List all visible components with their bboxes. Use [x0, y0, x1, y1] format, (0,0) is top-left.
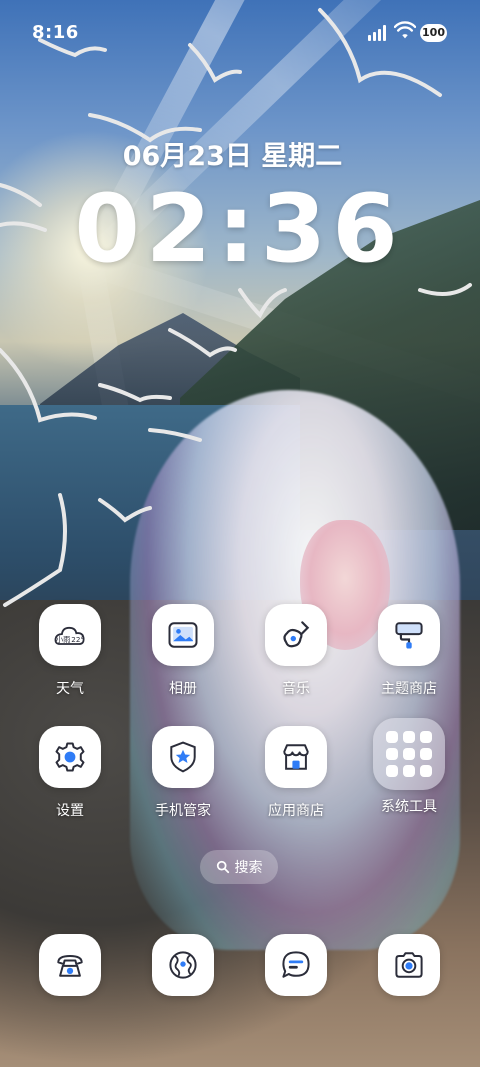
app-music[interactable]: 音乐 — [241, 604, 351, 698]
storefront-icon — [283, 744, 309, 770]
app-label: 应用商店 — [268, 803, 324, 819]
app-gallery[interactable]: 相册 — [128, 604, 238, 698]
phone-manager-icon[interactable] — [152, 726, 214, 788]
folder-mini-app-icon — [420, 765, 432, 777]
signal-icon — [368, 25, 390, 41]
app-folder-system-tools[interactable]: 系统工具 — [354, 718, 464, 816]
dock-camera[interactable] — [354, 934, 464, 996]
phone-icon[interactable] — [39, 934, 101, 996]
dock-messages[interactable] — [241, 934, 351, 996]
app-label: 系统工具 — [381, 799, 437, 815]
app-label: 主题商店 — [381, 681, 437, 697]
app-settings[interactable]: 设置 — [15, 726, 125, 820]
app-label: 天气 — [56, 681, 84, 697]
image-icon — [168, 622, 198, 648]
status-bar: 8:16 100 — [0, 0, 480, 64]
guitar-icon — [283, 621, 310, 648]
shield-star-icon — [170, 741, 196, 773]
dock-phone[interactable] — [15, 934, 125, 996]
folder-mini-grid — [386, 731, 432, 777]
app-app-store[interactable]: 应用商店 — [241, 726, 351, 820]
gear-icon — [55, 742, 85, 772]
lockscreen-clock[interactable]: 02:36 — [0, 175, 478, 284]
wifi-icon — [394, 21, 416, 39]
battery-indicator: 100 — [420, 24, 447, 42]
settings-gear-icon[interactable] — [39, 726, 101, 788]
app-label: 手机管家 — [155, 803, 211, 819]
app-label: 音乐 — [282, 681, 310, 697]
camera-icon[interactable] — [378, 934, 440, 996]
weather-widget-text: 小雨22° — [56, 635, 84, 644]
status-time: 8:16 — [32, 22, 79, 43]
telephone-icon — [57, 955, 83, 977]
weather-cloud-icon: 小雨22° — [54, 626, 85, 645]
app-theme-store[interactable]: 主题商店 — [354, 604, 464, 698]
folder-icon[interactable] — [373, 718, 445, 790]
folder-mini-app-icon — [420, 748, 432, 760]
lockscreen-date: 06月23日 星期二 — [122, 141, 343, 172]
gallery-icon[interactable] — [152, 604, 214, 666]
folder-mini-app-icon — [420, 731, 432, 743]
music-icon[interactable] — [265, 604, 327, 666]
app-label: 相册 — [169, 681, 197, 697]
weather-icon[interactable]: 小雨22° — [39, 604, 101, 666]
chat-bubble-icon — [282, 951, 310, 978]
app-store-icon[interactable] — [265, 726, 327, 788]
folder-mini-app-icon — [403, 731, 415, 743]
folder-mini-app-icon — [386, 765, 398, 777]
app-label: 设置 — [56, 803, 84, 819]
search-label: 搜索 — [234, 860, 263, 876]
folder-mini-app-icon — [386, 748, 398, 760]
search-button[interactable]: 搜索 — [200, 850, 278, 884]
messages-icon[interactable] — [265, 934, 327, 996]
camera-lens-icon — [395, 952, 423, 978]
theme-store-icon[interactable] — [378, 604, 440, 666]
dock-browser[interactable] — [128, 934, 238, 996]
folder-mini-app-icon — [403, 748, 415, 760]
paint-roller-icon — [395, 622, 423, 649]
globe-icon — [169, 951, 197, 979]
app-weather[interactable]: 小雨22° 天气 — [15, 604, 125, 698]
folder-mini-app-icon — [403, 765, 415, 777]
browser-globe-icon[interactable] — [152, 934, 214, 996]
app-phone-manager[interactable]: 手机管家 — [128, 726, 238, 820]
folder-mini-app-icon — [386, 731, 398, 743]
search-icon — [216, 860, 229, 874]
